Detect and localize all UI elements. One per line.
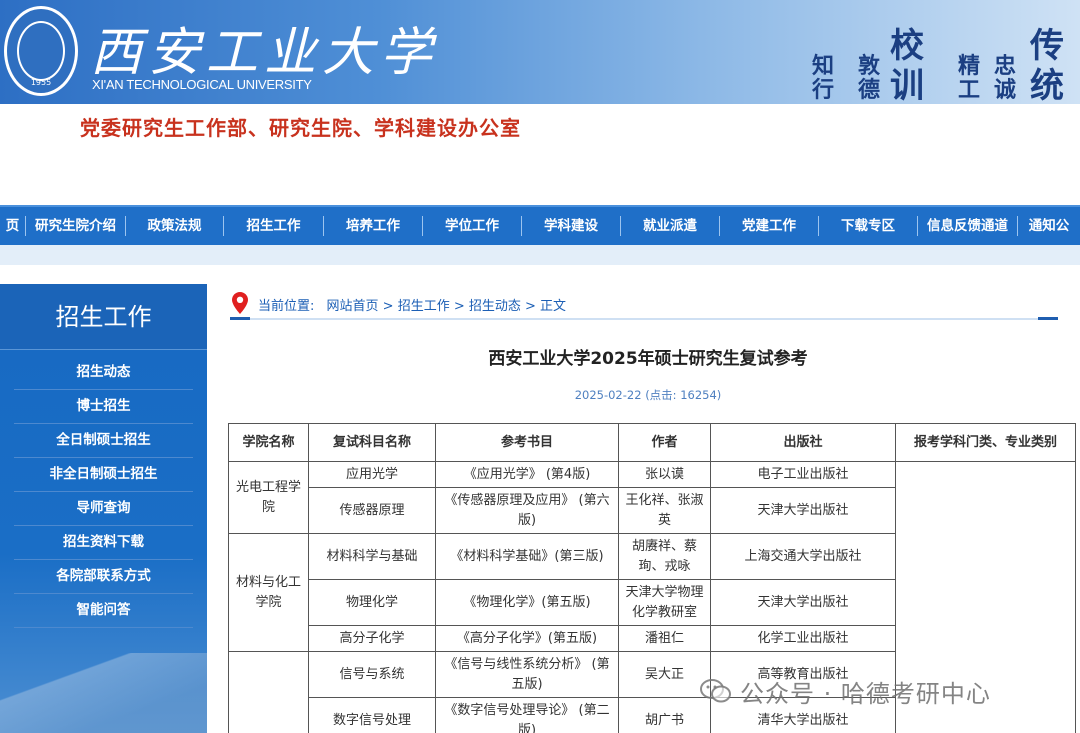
motto-column: 精工	[958, 53, 981, 103]
col-header-college: 学院名称	[228, 423, 309, 462]
nav-item-notices[interactable]: 通知公	[1018, 216, 1080, 236]
cell-publisher: 电子工业出版社	[710, 461, 896, 488]
cell-author: 吴大正	[618, 651, 711, 698]
sidebar-item-advisor-search[interactable]: 导师查询	[14, 492, 193, 526]
cell-book: 《高分子化学》(第五版)	[435, 625, 619, 652]
table-row: 光电工程学院 应用光学 《应用光学》 (第4版) 张以谟 电子工业出版社	[228, 461, 1076, 733]
divider-end-left	[230, 317, 250, 320]
divider-end-right	[1038, 317, 1058, 320]
sidebar-building-image	[0, 653, 207, 733]
emblem-year: 1955	[30, 78, 52, 87]
nav-item-employment[interactable]: 就业派遣	[621, 216, 720, 236]
col-header-subject: 复试科目名称	[308, 423, 436, 462]
cell-subject: 物理化学	[308, 579, 436, 626]
cell-publisher: 化学工业出版社	[710, 625, 896, 652]
cell-college	[228, 651, 309, 733]
breadcrumb-path[interactable]: 网站首页 > 招生工作 > 招生动态 > 正文	[327, 299, 566, 314]
cell-subject: 信号与系统	[308, 651, 436, 698]
cell-subject: 应用光学	[308, 461, 436, 488]
department-title: 党委研究生工作部、研究生院、学科建设办公室	[80, 116, 521, 140]
cell-book: 《物理化学》(第五版)	[435, 579, 619, 626]
cell-publisher: 天津大学出版社	[710, 487, 896, 534]
sidebar-item-phd[interactable]: 博士招生	[14, 390, 193, 424]
cell-subject: 传感器原理	[308, 487, 436, 534]
cell-book: 《信号与线性系统分析》 (第五版)	[435, 651, 619, 698]
cell-author: 胡广书	[618, 697, 711, 733]
university-emblem-icon: 1955	[4, 6, 78, 96]
nav-item-party[interactable]: 党建工作	[720, 216, 819, 236]
cell-author: 张以谟	[618, 461, 711, 488]
location-pin-icon	[232, 292, 248, 314]
motto-column: 忠诚	[994, 53, 1017, 103]
sidebar-item-downloads[interactable]: 招生资料下载	[14, 526, 193, 560]
nav-item-discipline[interactable]: 学科建设	[522, 216, 621, 236]
sidebar-item-news[interactable]: 招生动态	[14, 356, 193, 390]
nav-item-degree[interactable]: 学位工作	[423, 216, 522, 236]
motto-title: 训	[890, 66, 924, 104]
university-name-cn[interactable]: 西安工业大学	[90, 10, 438, 85]
cell-book: 《传感器原理及应用》 (第六版)	[435, 487, 619, 534]
sidebar-title: 招生工作	[0, 284, 207, 350]
article-meta: 2025-02-22 (点击: 16254)	[574, 388, 722, 402]
article-title: 西安工业大学2025年硕士研究生复试参考	[488, 349, 808, 369]
motto-column: 敦德	[858, 53, 881, 103]
nav-underline-strip	[0, 245, 1080, 265]
col-header-book: 参考书目	[435, 423, 619, 462]
nav-item-downloads[interactable]: 下载专区	[819, 216, 918, 236]
emblem-ring	[17, 21, 65, 81]
nav-item-admissions[interactable]: 招生工作	[224, 216, 324, 236]
cell-author: 潘祖仁	[618, 625, 711, 652]
cell-subject: 高分子化学	[308, 625, 436, 652]
cell-book: 《应用光学》 (第4版)	[435, 461, 619, 488]
col-header-author: 作者	[618, 423, 711, 462]
nav-item-training[interactable]: 培养工作	[324, 216, 423, 236]
nav-item-intro[interactable]: 研究生院介绍	[26, 216, 126, 236]
main-nav: 页 研究生院介绍 政策法规 招生工作 培养工作 学位工作 学科建设 就业派遣 党…	[0, 205, 1080, 245]
cell-author: 天津大学物理化学教研室	[618, 579, 711, 626]
nav-item-policy[interactable]: 政策法规	[126, 216, 224, 236]
cell-book: 《数字信号处理导论》 (第二版)	[435, 697, 619, 733]
cell-subject: 材料科学与基础	[308, 533, 436, 580]
sidebar-item-fulltime-master[interactable]: 全日制硕士招生	[14, 424, 193, 458]
wechat-watermark: 公众号 · 哈德考研中心	[700, 676, 991, 708]
cell-book: 《材料科学基础》(第三版)	[435, 533, 619, 580]
nav-item-home[interactable]: 页	[0, 216, 26, 236]
sidebar: 招生工作 招生动态 博士招生 全日制硕士招生 非全日制硕士招生 导师查询 招生资…	[0, 284, 207, 733]
col-header-category: 报考学科门类、专业类别	[895, 423, 1076, 462]
sidebar-item-parttime-master[interactable]: 非全日制硕士招生	[14, 458, 193, 492]
motto-title: 统	[1030, 66, 1064, 104]
wechat-icon	[700, 679, 731, 703]
motto-column: 知行	[812, 53, 835, 103]
nav-item-feedback[interactable]: 信息反馈通道	[918, 216, 1018, 236]
cell-college: 材料与化工学院	[228, 533, 309, 652]
breadcrumb-divider	[230, 317, 1058, 320]
cell-college: 光电工程学院	[228, 461, 309, 534]
cell-publisher: 上海交通大学出版社	[710, 533, 896, 580]
breadcrumb-label: 当前位置:	[258, 299, 315, 314]
cell-author: 胡赓祥、蔡珣、戎咏	[618, 533, 711, 580]
sidebar-item-contacts[interactable]: 各院部联系方式	[14, 560, 193, 594]
cell-author: 王化祥、张淑英	[618, 487, 711, 534]
breadcrumb-text: 当前位置: 网站首页 > 招生工作 > 招生动态 > 正文	[258, 295, 566, 314]
col-header-publisher: 出版社	[710, 423, 896, 462]
university-name-en: XI'AN TECHNOLOGICAL UNIVERSITY	[92, 77, 312, 92]
table-header-row: 学院名称 复试科目名称 参考书目 作者 出版社 报考学科门类、专业类别	[228, 423, 1076, 462]
sidebar-item-qa[interactable]: 智能问答	[14, 594, 193, 628]
watermark-text: 公众号 · 哈德考研中心	[740, 679, 991, 708]
cell-publisher: 天津大学出版社	[710, 579, 896, 626]
cell-subject: 数字信号处理	[308, 697, 436, 733]
header-banner: 1955 西安工业大学 XI'AN TECHNOLOGICAL UNIVERSI…	[0, 0, 1080, 104]
